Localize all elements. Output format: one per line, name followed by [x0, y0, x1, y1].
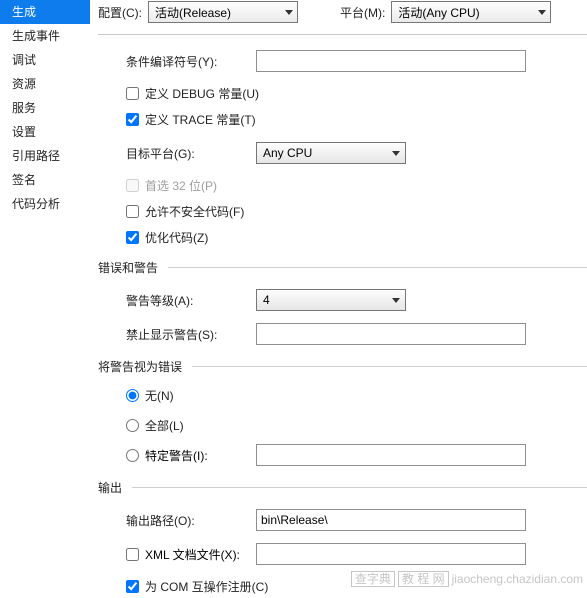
sidebar-item-label: 生成事件 [12, 29, 60, 43]
section-divider [168, 267, 587, 268]
define-debug-label: 定义 DEBUG 常量(U) [145, 85, 259, 102]
sidebar-item-services[interactable]: 服务 [0, 96, 90, 120]
section-divider [132, 487, 587, 488]
chevron-down-icon [538, 10, 546, 15]
define-trace-checkbox[interactable] [126, 113, 139, 126]
sidebar-item-label: 调试 [12, 53, 36, 67]
sidebar: 生成 生成事件 调试 资源 服务 设置 引用路径 签名 代码分析 [0, 0, 90, 589]
allow-unsafe-label: 允许不安全代码(F) [145, 203, 244, 220]
platform-dropdown[interactable]: 活动(Any CPU) [391, 1, 551, 23]
output-path-input[interactable] [256, 509, 526, 531]
treat-none-label: 无(N) [145, 387, 174, 404]
section-treat-warnings: 将警告视为错误 [98, 358, 587, 375]
platform-label: 平台(M): [340, 4, 385, 21]
warn-level-dropdown[interactable]: 4 [256, 289, 406, 311]
suppress-warnings-label: 禁止显示警告(S): [126, 326, 246, 343]
chevron-down-icon [285, 10, 293, 15]
sidebar-item-debug[interactable]: 调试 [0, 48, 90, 72]
com-interop-label: 为 COM 互操作注册(C) [145, 578, 268, 595]
sidebar-item-label: 签名 [12, 173, 36, 187]
section-divider [192, 366, 587, 367]
section-output: 输出 [98, 479, 587, 496]
sidebar-item-resources[interactable]: 资源 [0, 72, 90, 96]
com-interop-checkbox[interactable] [126, 580, 139, 593]
output-path-label: 输出路径(O): [126, 512, 246, 529]
symbols-label: 条件编译符号(Y): [126, 53, 246, 70]
sidebar-item-build[interactable]: 生成 [0, 0, 90, 24]
config-value: 活动(Release) [155, 4, 231, 21]
sidebar-item-settings[interactable]: 设置 [0, 120, 90, 144]
symbols-input[interactable] [256, 50, 526, 72]
treat-all-radio[interactable] [126, 419, 139, 432]
platform-value: 活动(Any CPU) [398, 4, 479, 21]
prefer-32bit-checkbox [126, 179, 139, 192]
sidebar-item-label: 设置 [12, 125, 36, 139]
sidebar-item-signing[interactable]: 签名 [0, 168, 90, 192]
treat-specific-radio[interactable] [126, 449, 139, 462]
define-trace-label: 定义 TRACE 常量(T) [145, 111, 256, 128]
sidebar-item-label: 引用路径 [12, 149, 60, 163]
xml-doc-label: XML 文档文件(X): [145, 546, 240, 563]
warn-level-value: 4 [263, 293, 270, 307]
warn-level-label: 警告等级(A): [126, 292, 246, 309]
section-errors: 错误和警告 [98, 259, 587, 276]
treat-all-label: 全部(L) [145, 417, 184, 434]
target-platform-label: 目标平台(G): [126, 145, 246, 162]
divider [98, 34, 587, 35]
define-debug-checkbox[interactable] [126, 87, 139, 100]
chevron-down-icon [392, 151, 400, 156]
sidebar-item-reference-paths[interactable]: 引用路径 [0, 144, 90, 168]
sidebar-item-label: 服务 [12, 101, 36, 115]
allow-unsafe-checkbox[interactable] [126, 205, 139, 218]
section-title: 输出 [98, 479, 122, 496]
config-label: 配置(C): [98, 4, 142, 21]
config-dropdown[interactable]: 活动(Release) [148, 1, 298, 23]
main-panel: 配置(C): 活动(Release) 平台(M): 活动(Any CPU) 条件… [90, 0, 587, 589]
sidebar-item-build-events[interactable]: 生成事件 [0, 24, 90, 48]
target-platform-dropdown[interactable]: Any CPU [256, 142, 406, 164]
target-platform-value: Any CPU [263, 146, 312, 160]
treat-specific-label: 特定警告(I): [145, 447, 208, 464]
xml-doc-checkbox[interactable] [126, 548, 139, 561]
chevron-down-icon [392, 298, 400, 303]
optimize-code-label: 优化代码(Z) [145, 229, 208, 246]
xml-doc-input[interactable] [256, 543, 526, 565]
treat-none-radio[interactable] [126, 389, 139, 402]
section-title: 将警告视为错误 [98, 358, 182, 375]
section-title: 错误和警告 [98, 259, 158, 276]
prefer-32bit-label: 首选 32 位(P) [145, 177, 217, 194]
sidebar-item-code-analysis[interactable]: 代码分析 [0, 192, 90, 216]
config-bar: 配置(C): 活动(Release) 平台(M): 活动(Any CPU) [98, 0, 587, 24]
sidebar-item-label: 代码分析 [12, 197, 60, 211]
sidebar-item-label: 资源 [12, 77, 36, 91]
optimize-code-checkbox[interactable] [126, 231, 139, 244]
treat-specific-input[interactable] [256, 444, 526, 466]
suppress-warnings-input[interactable] [256, 323, 526, 345]
sidebar-item-label: 生成 [12, 5, 36, 19]
